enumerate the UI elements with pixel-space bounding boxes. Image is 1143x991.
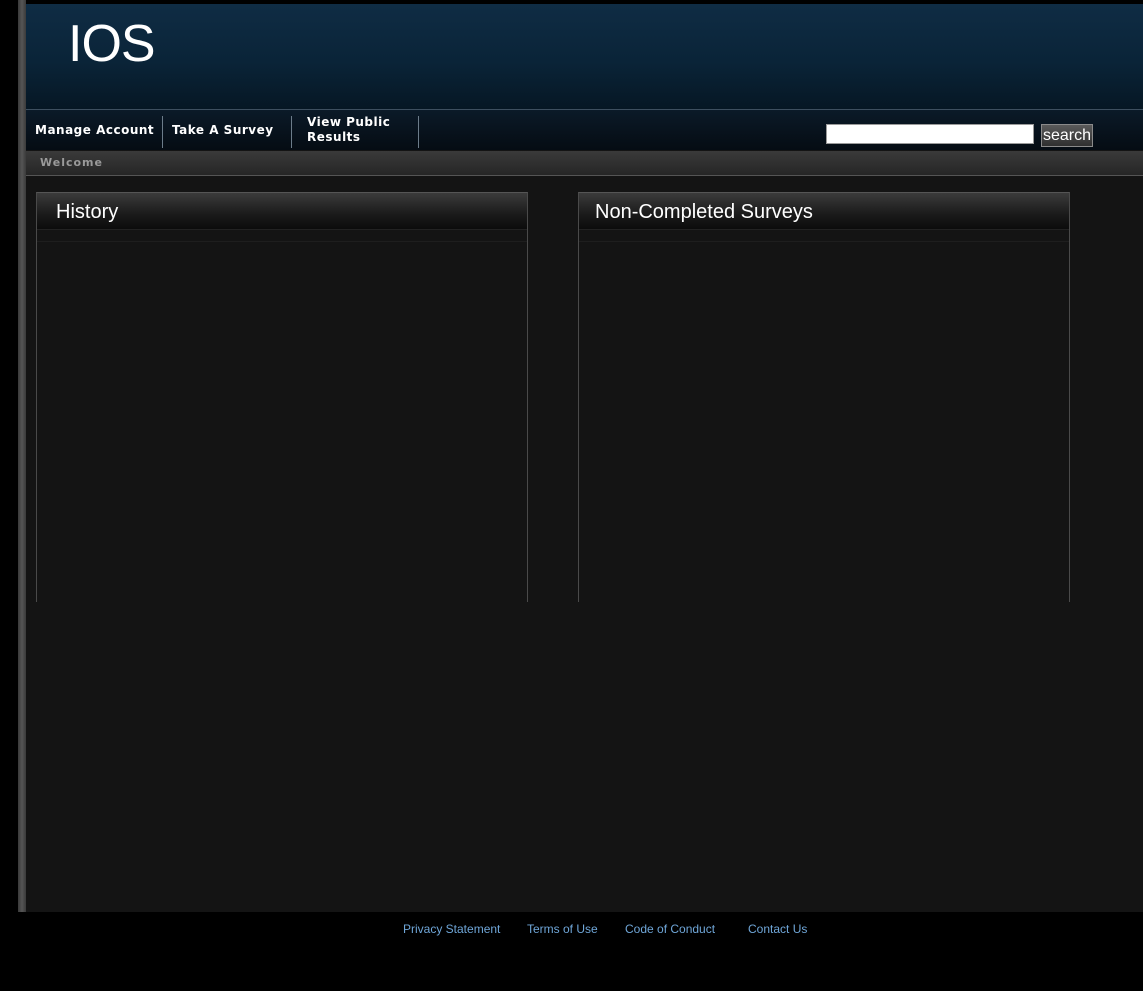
nav-divider (291, 116, 292, 148)
nav-take-a-survey[interactable]: Take A Survey (172, 110, 274, 150)
site-logo[interactable]: IOS (68, 18, 156, 70)
main-nav: Manage Account Take A Survey View Public… (26, 110, 1143, 150)
breadcrumb-welcome[interactable]: Welcome (40, 156, 103, 169)
nav-divider (418, 116, 419, 148)
left-rail (18, 0, 26, 912)
history-panel-title: History (56, 201, 119, 223)
history-panel: History (36, 192, 528, 602)
noncompleted-panel-title: Non-Completed Surveys (595, 201, 813, 223)
site-footer: Privacy Statement Terms of Use Code of C… (0, 912, 1143, 991)
noncompleted-panel-body (579, 241, 1069, 603)
noncompleted-surveys-panel: Non-Completed Surveys (578, 192, 1070, 602)
footer-link-code-of-conduct[interactable]: Code of Conduct (625, 922, 715, 936)
history-panel-body (37, 241, 527, 603)
footer-link-contact-us[interactable]: Contact Us (748, 922, 807, 936)
search-input[interactable] (826, 124, 1034, 144)
site-header: IOS (26, 4, 1143, 110)
history-panel-header: History (37, 193, 527, 230)
breadcrumb-bar: Welcome (26, 151, 1143, 176)
nav-divider (162, 116, 163, 148)
nav-view-public-results[interactable]: View Public Results (307, 110, 397, 150)
search-button[interactable]: search (1041, 124, 1093, 147)
footer-link-privacy-statement[interactable]: Privacy Statement (403, 922, 500, 936)
page: IOS Manage Account Take A Survey View Pu… (0, 0, 1143, 991)
app-shell: IOS Manage Account Take A Survey View Pu… (26, 4, 1143, 912)
nav-manage-account[interactable]: Manage Account (35, 110, 154, 150)
footer-link-terms-of-use[interactable]: Terms of Use (527, 922, 598, 936)
noncompleted-panel-header: Non-Completed Surveys (579, 193, 1069, 230)
